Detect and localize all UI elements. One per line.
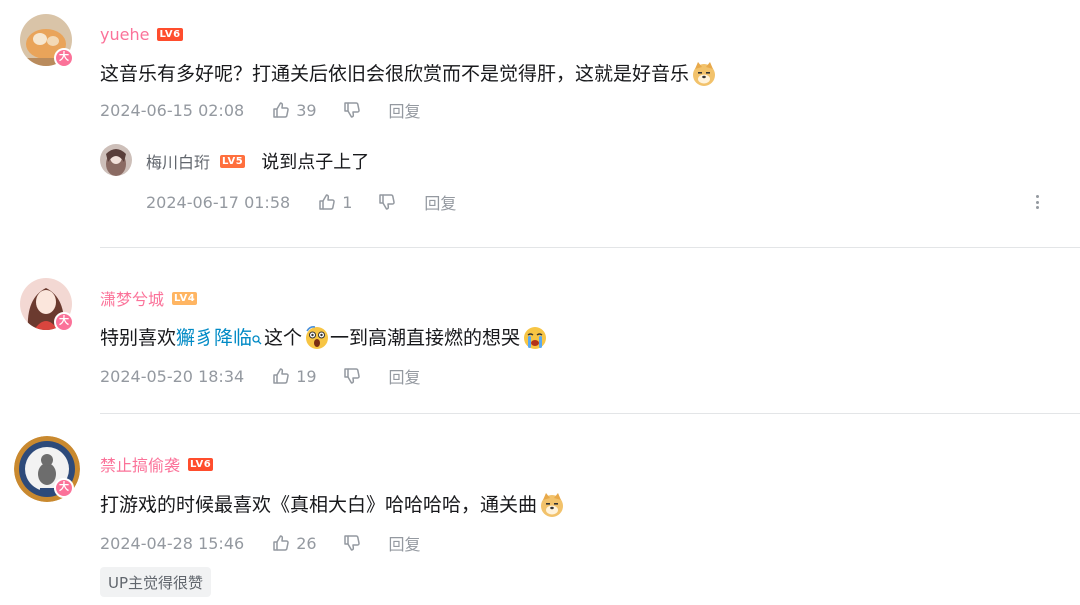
like-button[interactable]: 1 — [318, 193, 352, 212]
dislike-button[interactable] — [343, 367, 361, 385]
thumbs-up-icon — [273, 535, 289, 551]
up-liked-tag: UP主觉得很赞 — [100, 567, 212, 597]
reply-username[interactable]: 梅川白珩 — [146, 149, 210, 173]
comment-text-middle: 这个 — [264, 327, 303, 349]
reply-button[interactable]: 回复 — [389, 98, 421, 122]
level-badge: LV5 — [220, 154, 246, 168]
doge-emote — [539, 492, 565, 518]
username[interactable]: 潇梦兮城 — [100, 286, 164, 310]
comment-content: 打游戏的时候最喜欢《真相大白》哈哈哈哈，通关曲 — [100, 491, 565, 519]
like-count: 1 — [342, 192, 353, 212]
comment-item: 大 yuehe LV6 这音乐有多好呢？打通关后依旧会很欣赏而不是觉得肝，这就是… — [0, 0, 1080, 248]
comment-text: 打游戏的时候最喜欢《真相大白》哈哈哈哈，通关曲 — [100, 494, 538, 516]
comment-item: 大 潇梦兮城 LV4 特别喜欢 獬豸降临 这个 一到高潮直接燃的想哭 2024-… — [0, 248, 1080, 414]
username[interactable]: 禁止搞偷袭 — [100, 452, 180, 476]
vip-badge: 大 — [54, 478, 74, 498]
like-count: 19 — [296, 366, 317, 386]
comment-meta: 2024-06-15 02:08 39 回复 — [100, 98, 421, 122]
sub-reply-item: 梅川白珩 LV5 说到点子上了 2024-06-17 01:58 1 回复 — [100, 144, 1080, 224]
comment-meta: 2024-04-28 15:46 26 回复 — [100, 531, 421, 555]
comment-text: 这音乐有多好呢？打通关后依旧会很欣赏而不是觉得肝，这就是好音乐 — [100, 63, 690, 85]
like-button[interactable]: 19 — [272, 366, 317, 386]
thumbs-up-icon — [273, 102, 289, 118]
more-options-icon[interactable] — [1032, 192, 1042, 212]
doge-emote — [691, 61, 717, 87]
reply-button[interactable]: 回复 — [389, 531, 421, 555]
like-count: 26 — [296, 533, 317, 553]
reply-meta: 2024-06-17 01:58 1 回复 — [146, 190, 456, 214]
vip-badge: 大 — [54, 48, 74, 68]
reply-button[interactable]: 回复 — [389, 364, 421, 388]
vip-badge: 大 — [54, 312, 74, 332]
dislike-button[interactable] — [378, 193, 396, 211]
level-badge: LV4 — [172, 291, 198, 305]
comment-content: 这音乐有多好呢？打通关后依旧会很欣赏而不是觉得肝，这就是好音乐 — [100, 60, 717, 88]
comment-item: 大 禁止搞偷袭 LV6 打游戏的时候最喜欢《真相大白》哈哈哈哈，通关曲 2024… — [0, 414, 1080, 605]
thumbs-down-icon — [379, 194, 396, 210]
reply-avatar[interactable] — [100, 144, 132, 176]
level-badge: LV6 — [157, 27, 183, 41]
comment-content: 特别喜欢 獬豸降临 这个 一到高潮直接燃的想哭 — [100, 324, 548, 352]
level-badge: LV6 — [188, 457, 214, 471]
comment-text-after: 一到高潮直接燃的想哭 — [330, 327, 521, 349]
like-count: 39 — [296, 100, 317, 120]
reply-text: 说到点子上了 — [261, 152, 370, 173]
search-icon[interactable] — [252, 325, 262, 345]
comment-text-before: 特别喜欢 — [100, 327, 177, 349]
dislike-button[interactable] — [343, 534, 361, 552]
avatar[interactable]: 大 — [20, 278, 74, 332]
avatar[interactable]: 大 — [20, 14, 74, 68]
thumbs-up-icon — [273, 368, 289, 384]
thumbs-up-icon — [319, 194, 335, 210]
like-button[interactable]: 39 — [272, 100, 317, 120]
like-button[interactable]: 26 — [272, 533, 317, 553]
comment-date: 2024-04-28 15:46 — [100, 533, 245, 553]
username[interactable]: yuehe — [100, 25, 149, 44]
crying-emote — [522, 325, 548, 351]
comment-date: 2024-06-15 02:08 — [100, 100, 245, 120]
reply-date: 2024-06-17 01:58 — [146, 192, 291, 212]
comment-date: 2024-05-20 18:34 — [100, 366, 245, 386]
thumbs-down-icon — [343, 535, 360, 551]
comment-meta: 2024-05-20 18:34 19 回复 — [100, 364, 421, 388]
thumbs-down-icon — [343, 368, 360, 384]
search-link[interactable]: 獬豸降临 — [176, 324, 252, 352]
shocked-emote — [304, 325, 330, 351]
avatar[interactable]: 大 — [14, 436, 80, 502]
dislike-button[interactable] — [343, 101, 361, 119]
thumbs-down-icon — [343, 102, 360, 118]
reply-button[interactable]: 回复 — [424, 190, 456, 214]
